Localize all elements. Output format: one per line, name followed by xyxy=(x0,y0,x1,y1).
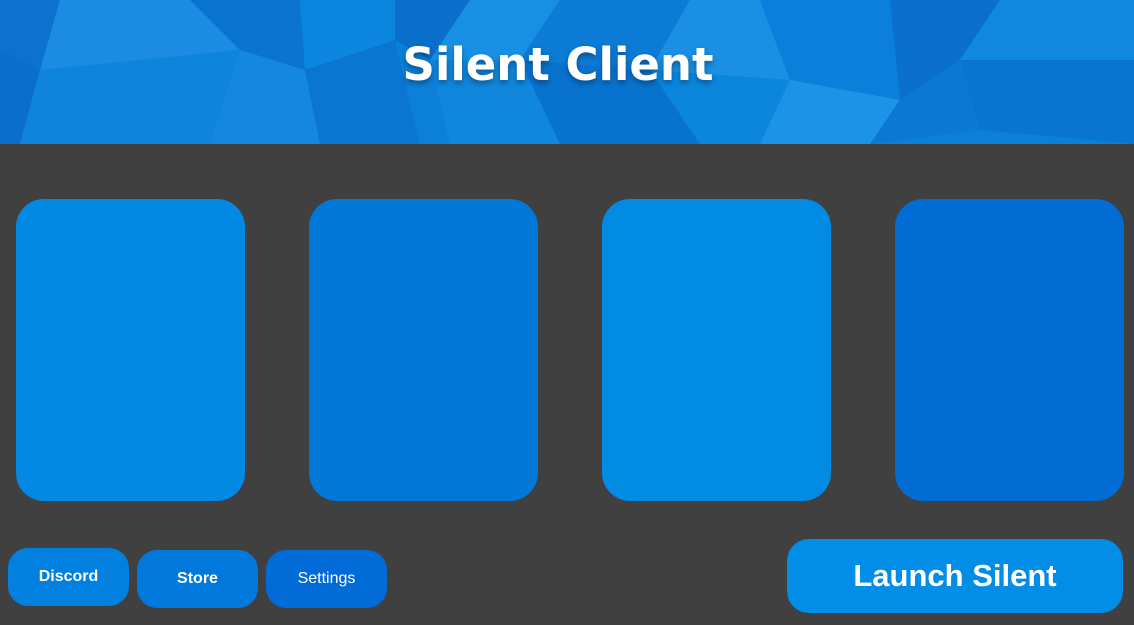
card-slot-2[interactable] xyxy=(309,199,538,501)
launch-button[interactable]: Launch Silent xyxy=(787,539,1123,613)
store-button[interactable]: Store xyxy=(137,550,258,608)
card-slot-4[interactable] xyxy=(895,199,1124,501)
card-slot-3[interactable] xyxy=(602,199,831,501)
discord-button[interactable]: Discord xyxy=(8,548,129,606)
card-slot-1[interactable] xyxy=(16,199,245,501)
header-banner: Silent Client xyxy=(0,0,1134,144)
app-title: Silent Client xyxy=(402,38,714,91)
settings-button[interactable]: Settings xyxy=(266,550,387,608)
